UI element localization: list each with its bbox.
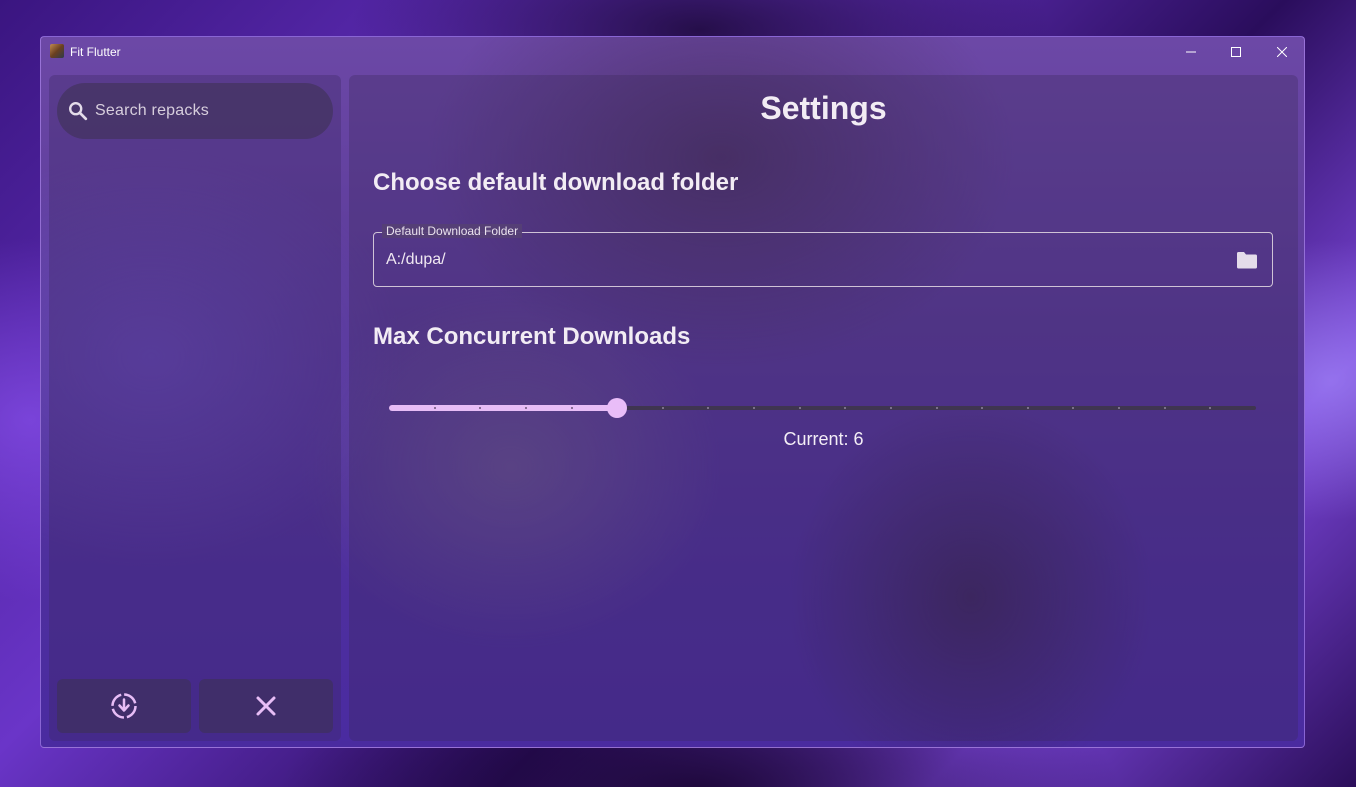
close-window-button[interactable] <box>1259 37 1304 67</box>
download-folder-value[interactable]: A:/dupa/ <box>386 251 446 269</box>
maximize-button[interactable] <box>1213 37 1259 67</box>
slider-tick <box>1072 407 1074 409</box>
search-icon <box>69 102 88 121</box>
download-circle-icon <box>111 693 137 719</box>
download-folder-label: Default Download Folder <box>382 224 523 238</box>
slider-tick <box>844 407 846 409</box>
sidebar <box>49 75 341 741</box>
close-button[interactable] <box>199 679 333 733</box>
slider-tick <box>981 407 983 409</box>
slider-tick <box>1118 407 1120 409</box>
slider-tick <box>479 407 481 409</box>
slider-tick <box>936 407 938 409</box>
folder-icon[interactable] <box>1236 250 1258 270</box>
download-manager-button[interactable] <box>57 679 191 733</box>
slider-tick <box>890 407 892 409</box>
concurrent-downloads-slider[interactable] <box>389 395 1256 421</box>
page-title: Settings <box>760 90 887 126</box>
slider-tick <box>662 407 664 409</box>
search-input[interactable] <box>95 83 320 139</box>
slider-tick <box>707 407 709 409</box>
slider-thumb[interactable] <box>607 398 627 418</box>
close-icon <box>1277 47 1287 57</box>
concurrent-downloads-heading: Max Concurrent Downloads <box>373 323 691 350</box>
slider-tick <box>1164 407 1166 409</box>
close-icon <box>256 696 276 716</box>
minimize-button[interactable] <box>1168 37 1214 67</box>
maximize-icon <box>1231 47 1241 57</box>
window-title: Fit Flutter <box>70 45 121 59</box>
title-bar[interactable]: Fit Flutter <box>41 37 1304 67</box>
slider-tick <box>434 407 436 409</box>
current-value-text: Current: 6 <box>783 429 864 449</box>
app-icon <box>50 44 64 58</box>
slider-active-track <box>389 405 617 411</box>
minimize-icon <box>1186 51 1196 53</box>
slider-tick <box>799 407 801 409</box>
settings-panel: Settings Choose default download folder … <box>349 75 1298 741</box>
app-window: Fit Flutter Search repacks Settings Choo… <box>40 36 1305 748</box>
slider-tick <box>1209 407 1211 409</box>
slider-tick <box>1027 407 1029 409</box>
slider-tick <box>525 407 527 409</box>
search-bar[interactable] <box>57 83 333 139</box>
download-folder-heading: Choose default download folder <box>373 169 739 196</box>
slider-tick <box>753 407 755 409</box>
slider-tick <box>571 407 573 409</box>
download-folder-field[interactable]: Default Download Folder A:/dupa/ <box>373 224 1273 287</box>
